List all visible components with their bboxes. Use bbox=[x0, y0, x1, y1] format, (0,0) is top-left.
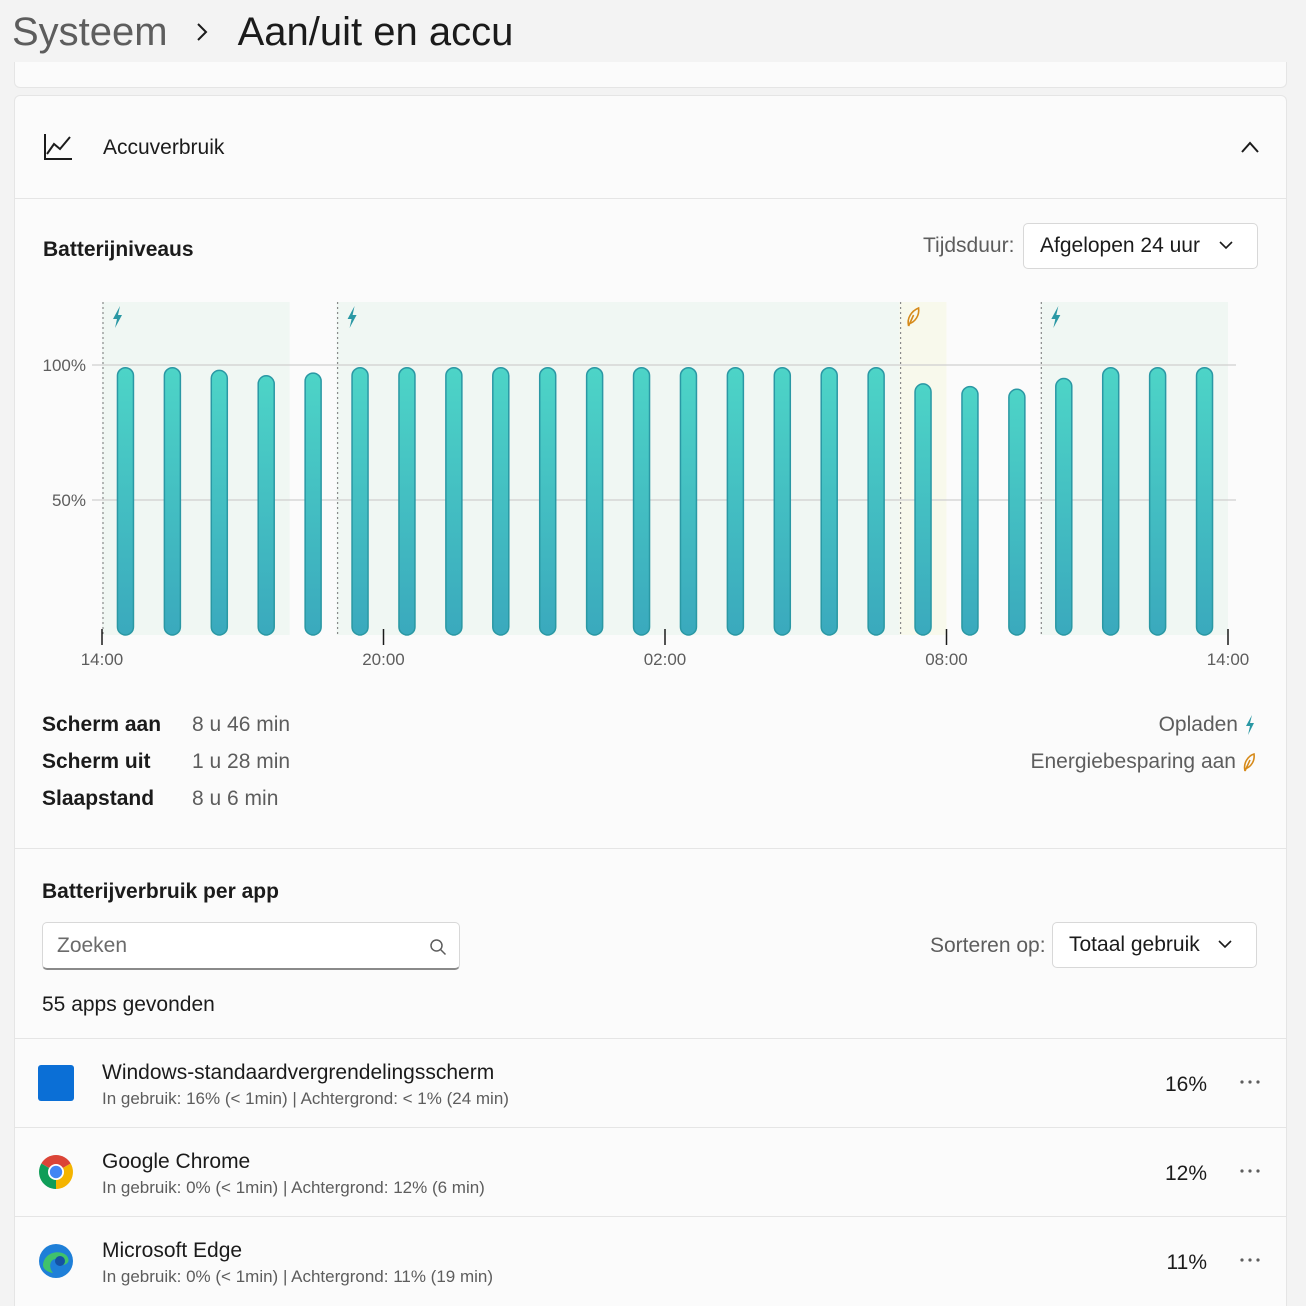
stat-label-screen-off: Scherm uit bbox=[42, 750, 151, 773]
search-box[interactable] bbox=[42, 922, 460, 970]
legend-charging: Opladen bbox=[1159, 713, 1256, 737]
chevron-up-icon[interactable] bbox=[1240, 140, 1260, 154]
duration-dropdown[interactable]: Afgelopen 24 uur bbox=[1023, 223, 1258, 269]
stat-label-screen-on: Scherm aan bbox=[42, 713, 162, 736]
search-icon[interactable] bbox=[429, 938, 447, 956]
battery-bar bbox=[257, 375, 275, 636]
chart-line-icon bbox=[44, 134, 72, 160]
x-tick-label: 08:00 bbox=[925, 650, 968, 669]
stat-label-sleep: Slaapstand bbox=[42, 787, 155, 810]
app-usage-percent: 16% bbox=[1164, 1073, 1207, 1096]
app-row[interactable]: Microsoft Edge In gebruik: 0% (< 1min) |… bbox=[14, 1216, 1287, 1304]
app-name: Windows-standaardvergrendelingsscherm bbox=[102, 1061, 495, 1084]
battery-bar bbox=[210, 369, 229, 636]
more-options-icon[interactable] bbox=[1237, 1069, 1263, 1095]
battery-bar bbox=[820, 366, 838, 636]
section-divider bbox=[14, 848, 1287, 849]
x-tick-label: 20:00 bbox=[362, 650, 405, 669]
expander-title: Accuverbruik bbox=[103, 136, 225, 159]
battery-bar bbox=[1008, 388, 1026, 636]
edge-icon bbox=[39, 1244, 73, 1278]
chevron-down-icon bbox=[1219, 241, 1233, 250]
battery-bar bbox=[726, 366, 745, 636]
battery-bar bbox=[773, 366, 792, 636]
more-options-icon[interactable] bbox=[1237, 1158, 1263, 1184]
battery-levels-title: Batterijniveaus bbox=[43, 238, 194, 261]
battery-bar bbox=[1195, 366, 1214, 636]
battery-bar bbox=[1148, 366, 1167, 636]
app-row[interactable]: Windows-standaardvergrendelingsscherm In… bbox=[14, 1038, 1287, 1126]
leaf-icon bbox=[1243, 752, 1255, 772]
battery-usage-expander[interactable]: Accuverbruik bbox=[15, 96, 1286, 199]
battery-bar bbox=[585, 366, 604, 636]
battery-bar bbox=[163, 366, 182, 636]
battery-bar bbox=[679, 366, 698, 636]
battery-bar bbox=[1055, 377, 1073, 636]
app-usage-percent: 12% bbox=[1164, 1162, 1207, 1185]
battery-bar bbox=[398, 366, 416, 636]
more-options-icon[interactable] bbox=[1237, 1247, 1263, 1273]
charging-region bbox=[336, 302, 900, 635]
sort-value: Totaal gebruik bbox=[1069, 933, 1200, 956]
app-detail: In gebruik: 0% (< 1min) | Achtergrond: 1… bbox=[102, 1267, 494, 1286]
apps-section-title: Batterijverbruik per app bbox=[42, 880, 279, 903]
stat-value-screen-on: 8 u 46 min bbox=[192, 713, 291, 736]
legend-saver-label: Energiebesparing aan bbox=[1030, 750, 1237, 773]
app-name: Microsoft Edge bbox=[102, 1239, 243, 1262]
battery-bar bbox=[445, 366, 463, 636]
app-usage-percent: 11% bbox=[1166, 1251, 1207, 1274]
chevron-right-icon bbox=[196, 20, 212, 44]
app-list: Windows-standaardvergrendelingsscherm In… bbox=[14, 1038, 1287, 1306]
legend-charging-label: Opladen bbox=[1158, 713, 1238, 736]
app-detail: In gebruik: 16% (< 1min) | Achtergrond: … bbox=[102, 1089, 509, 1108]
breadcrumb: Systeem Aan/uit en accu bbox=[12, 6, 513, 58]
lightning-icon bbox=[1246, 715, 1254, 735]
previous-card-edge bbox=[14, 62, 1287, 88]
x-tick-label: 14:00 bbox=[1207, 650, 1250, 669]
battery-bar bbox=[116, 366, 135, 636]
battery-bar bbox=[492, 366, 510, 636]
search-input[interactable] bbox=[57, 931, 407, 961]
chrome-icon bbox=[39, 1155, 73, 1189]
duration-value: Afgelopen 24 uur bbox=[1040, 234, 1200, 257]
stat-value-sleep: 8 u 6 min bbox=[192, 787, 279, 810]
battery-bar bbox=[538, 366, 557, 636]
battery-level-chart: 100% 50% 14:00 20:00 02:00 08:00 14:00 bbox=[43, 302, 1250, 669]
chevron-down-icon bbox=[1218, 940, 1232, 949]
stat-value-screen-off: 1 u 28 min bbox=[192, 750, 291, 773]
sort-label: Sorteren op: bbox=[930, 934, 1046, 957]
legend-saver: Energiebesparing aan bbox=[1031, 750, 1257, 774]
battery-bar bbox=[632, 366, 651, 636]
battery-bar bbox=[304, 372, 322, 636]
y-tick-label: 100% bbox=[43, 356, 86, 375]
windows-lockscreen-icon bbox=[38, 1065, 74, 1101]
app-row[interactable]: Google Chrome In gebruik: 0% (< 1min) | … bbox=[14, 1127, 1287, 1215]
battery-bar bbox=[1101, 366, 1120, 636]
sort-dropdown[interactable]: Totaal gebruik bbox=[1052, 922, 1257, 968]
app-detail: In gebruik: 0% (< 1min) | Achtergrond: 1… bbox=[102, 1178, 485, 1197]
x-tick-label: 02:00 bbox=[644, 650, 687, 669]
y-tick-label: 50% bbox=[52, 491, 86, 510]
page-title: Aan/uit en accu bbox=[237, 9, 514, 54]
app-name: Google Chrome bbox=[102, 1150, 251, 1173]
battery-bar bbox=[914, 383, 932, 636]
x-tick-label: 14:00 bbox=[81, 650, 124, 669]
apps-count: 55 apps gevonden bbox=[42, 993, 215, 1016]
battery-bar bbox=[961, 385, 979, 636]
breadcrumb-parent[interactable]: Systeem bbox=[12, 10, 168, 55]
battery-bar bbox=[867, 366, 885, 636]
battery-bar bbox=[351, 366, 369, 636]
duration-label: Tijdsduur: bbox=[923, 234, 1015, 257]
